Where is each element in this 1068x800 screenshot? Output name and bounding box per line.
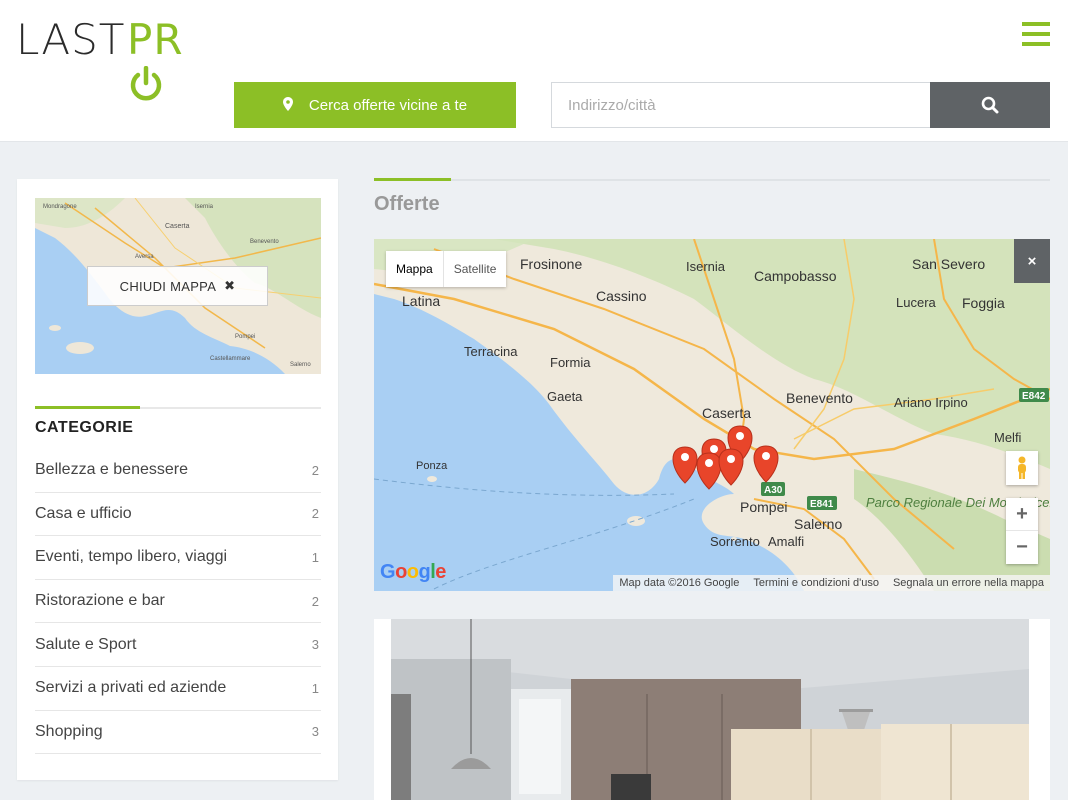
map-label: Terracina — [464, 344, 518, 359]
svg-text:Castellammare: Castellammare — [210, 356, 251, 362]
map-label: San Severo — [912, 256, 985, 272]
kitchen-photo — [391, 619, 1029, 800]
map-label: Lucera — [896, 295, 937, 310]
offers-divider-accent — [374, 178, 451, 181]
category-name: Shopping — [35, 722, 103, 740]
category-count: 3 — [311, 637, 319, 653]
zoom-out-button[interactable]: − — [1006, 531, 1038, 564]
category-item[interactable]: Servizi a privati ed aziende 1 — [35, 667, 321, 711]
map-type-control: Mappa Satellite — [386, 251, 507, 287]
search-icon — [981, 96, 999, 114]
map-label: Isernia — [686, 259, 726, 274]
map-graphic: Frosinone Isernia Campobasso San Severo … — [374, 239, 1050, 591]
logo-text-pro: PR — [127, 16, 184, 112]
offers-map[interactable]: Frosinone Isernia Campobasso San Severo … — [374, 239, 1050, 591]
category-name: Bellezza e benessere — [35, 461, 188, 479]
google-logo[interactable]: Google — [380, 561, 446, 584]
category-name: Eventi, tempo libero, viaggi — [35, 548, 228, 566]
map-label: Pompei — [740, 499, 787, 515]
map-report-link[interactable]: Segnala un errore nella mappa — [893, 577, 1044, 589]
map-type-map-button[interactable]: Mappa — [386, 251, 444, 287]
map-label: Gaeta — [547, 389, 583, 404]
map-attribution: Map data ©2016 Google Termini e condizio… — [613, 575, 1050, 591]
map-label: Amalfi — [768, 534, 804, 549]
map-label: Campobasso — [754, 268, 837, 284]
power-icon — [130, 65, 162, 101]
header: LAST PR Cerca offerte vicine a te — [0, 0, 1068, 142]
menu-hamburger-icon[interactable] — [1022, 22, 1050, 46]
categories-divider-accent — [35, 406, 140, 409]
road-sign: A30 — [764, 485, 783, 496]
svg-text:Isernia: Isernia — [195, 204, 214, 210]
category-item[interactable]: Ristorazione e bar 2 — [35, 580, 321, 624]
map-label: Ponza — [416, 460, 448, 472]
zoom-in-button[interactable]: + — [1006, 498, 1038, 531]
map-label: Caserta — [702, 405, 751, 421]
map-data-text: Map data ©2016 Google — [619, 577, 740, 589]
category-item[interactable]: Shopping 3 — [35, 711, 321, 755]
category-item[interactable]: Bellezza e benessere 2 — [35, 449, 321, 493]
road-sign: E842 — [1022, 391, 1046, 402]
categories-title: CATEGORIE — [35, 419, 134, 436]
near-offers-label: Cerca offerte vicine a te — [308, 96, 468, 114]
close-icon: ✖ — [224, 278, 236, 293]
search-button[interactable] — [930, 82, 1050, 128]
address-search-input[interactable] — [551, 82, 931, 128]
near-offers-button[interactable]: Cerca offerte vicine a te — [234, 82, 516, 128]
close-map-button[interactable]: CHIUDI MAPPA ✖ — [87, 266, 268, 306]
category-count: 3 — [311, 724, 319, 740]
close-map-label: CHIUDI MAPPA — [119, 278, 217, 294]
category-count: 2 — [311, 462, 319, 478]
sidebar: Caserta Isernia Benevento Pompei Salerno… — [17, 179, 338, 780]
map-label: Benevento — [786, 390, 853, 406]
map-label: Sorrento — [710, 534, 760, 549]
category-count: 1 — [311, 680, 319, 696]
category-item[interactable]: Eventi, tempo libero, viaggi 1 — [35, 536, 321, 580]
road-sign: E841 — [810, 499, 834, 510]
category-name: Casa e ufficio — [35, 504, 132, 522]
category-count: 1 — [311, 549, 319, 565]
offers-divider — [374, 179, 1050, 181]
map-label: Cassino — [596, 288, 647, 304]
category-name: Servizi a privati ed aziende — [35, 679, 227, 697]
map-label: Formia — [550, 355, 591, 370]
map-type-satellite-button[interactable]: Satellite — [444, 251, 507, 287]
logo-text-last: LAST — [16, 15, 126, 64]
category-count: 2 — [311, 593, 319, 609]
mini-map[interactable]: Caserta Isernia Benevento Pompei Salerno… — [35, 198, 321, 374]
zoom-control: + − — [1006, 498, 1038, 564]
svg-text:Caserta: Caserta — [165, 223, 190, 230]
map-terms-link[interactable]: Termini e condizioni d'uso — [753, 577, 879, 589]
street-view-pegman-icon[interactable] — [1006, 451, 1038, 485]
map-pin-icon — [282, 96, 293, 114]
svg-text:Pompei: Pompei — [235, 334, 255, 340]
categories-list: Bellezza e benessere 2 Casa e ufficio 2 Ev… — [35, 449, 321, 755]
map-label: Frosinone — [520, 256, 582, 272]
category-count: 2 — [311, 506, 319, 522]
map-label: Melfi — [994, 430, 1022, 445]
map-close-button[interactable]: × — [1014, 239, 1050, 283]
offer-image[interactable] — [391, 619, 1029, 800]
svg-text:Aversa: Aversa — [135, 254, 154, 260]
category-item[interactable]: Salute e Sport 3 — [35, 623, 321, 667]
page-title: Offerte — [374, 193, 440, 215]
svg-text:Salerno: Salerno — [290, 362, 311, 368]
category-name: Ristorazione e bar — [35, 592, 165, 610]
map-label: Foggia — [962, 295, 1005, 311]
svg-text:Benevento: Benevento — [250, 239, 279, 245]
category-name: Salute e Sport — [35, 635, 137, 653]
svg-text:Mondragone: Mondragone — [43, 204, 77, 210]
map-label: Salerno — [794, 516, 842, 532]
category-item[interactable]: Casa e ufficio 2 — [35, 493, 321, 537]
map-label: Latina — [402, 293, 440, 309]
offer-card[interactable] — [374, 619, 1050, 800]
map-label: Ariano Irpino — [894, 395, 968, 410]
